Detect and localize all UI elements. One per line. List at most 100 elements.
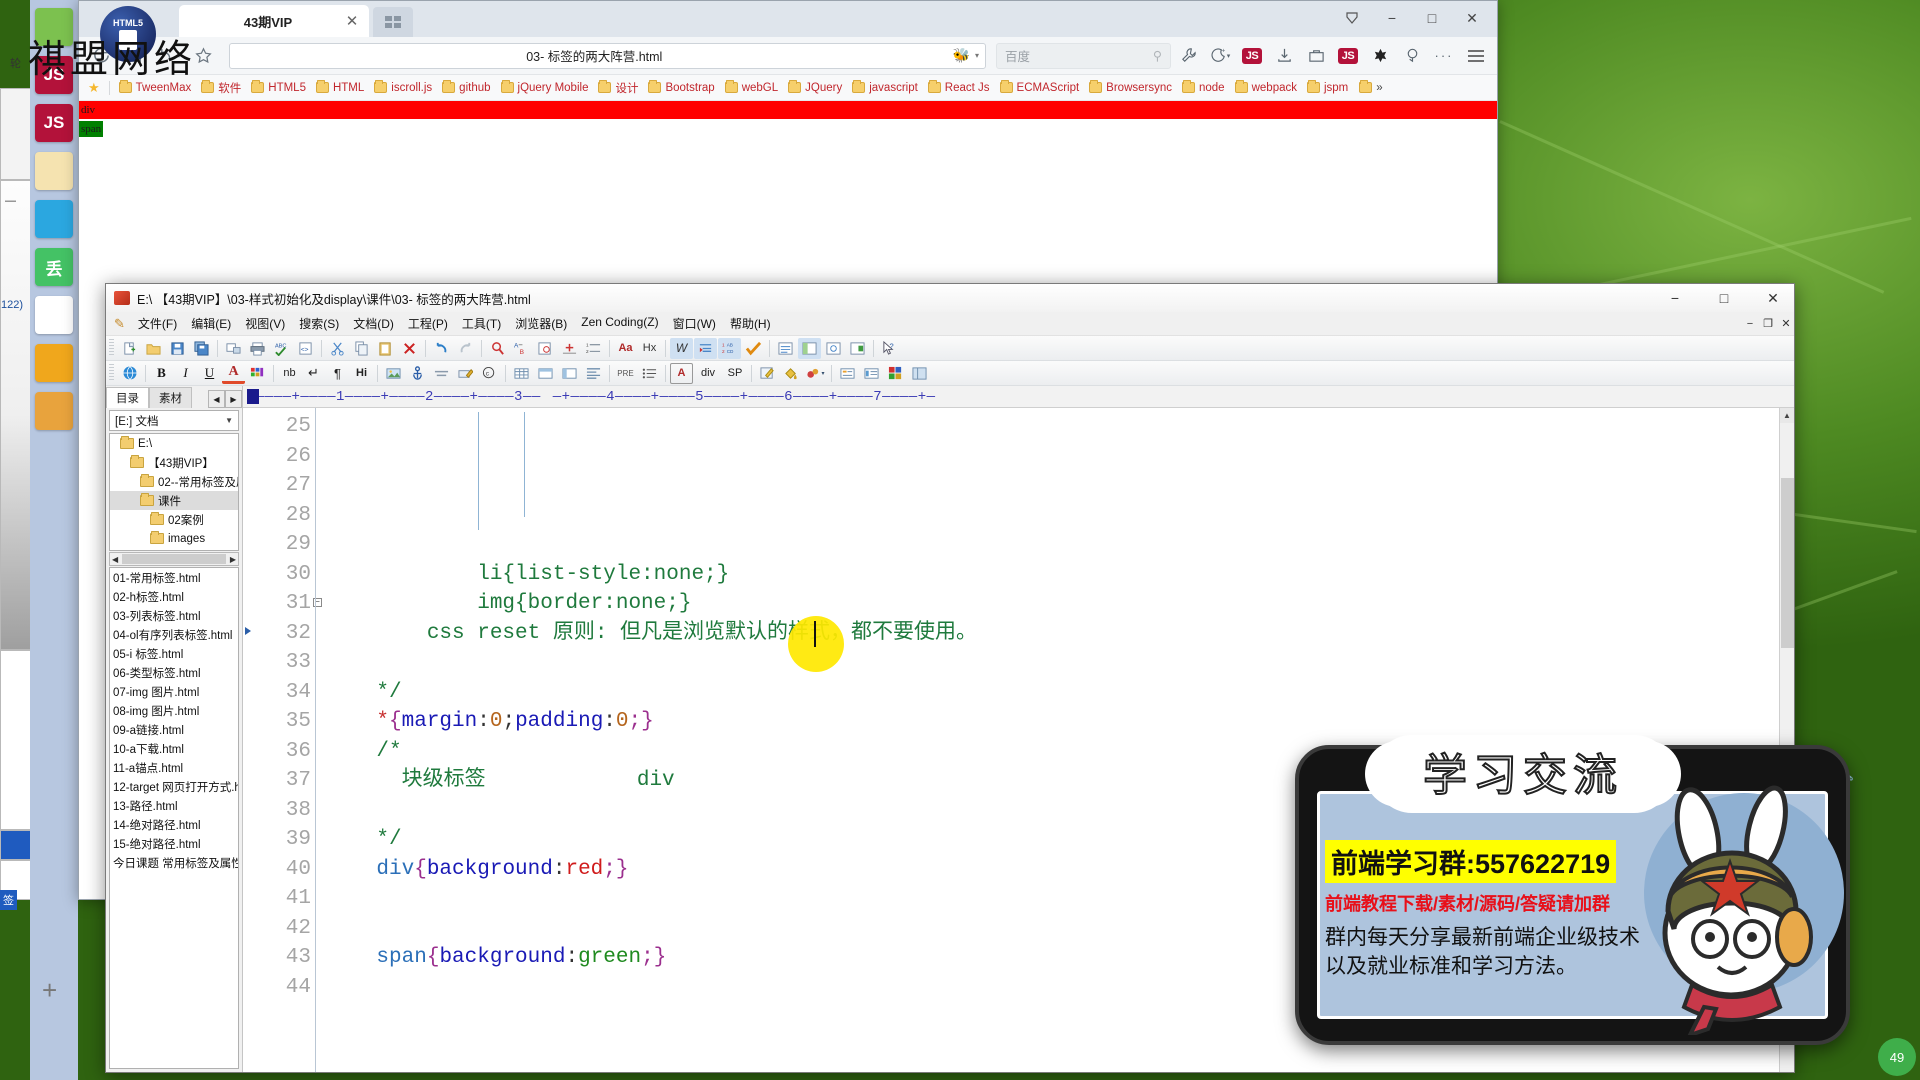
file-list-item[interactable]: 12-target 网页打开方式.h (110, 779, 238, 798)
hr-button[interactable] (430, 363, 453, 384)
search-input[interactable]: 百度 ⚲ (996, 42, 1171, 69)
save-button[interactable] (166, 338, 189, 359)
menu-item[interactable]: 视图(V) (238, 313, 292, 334)
save-all-button[interactable] (190, 338, 213, 359)
mdi-minimize-button[interactable]: − (1742, 318, 1758, 330)
menu-item[interactable]: 帮助(H) (723, 313, 778, 334)
preview-window-button[interactable] (822, 338, 845, 359)
bookmark-item[interactable]: node (1177, 80, 1230, 96)
file-list-item[interactable]: 06-类型标签.html (110, 665, 238, 684)
bookmark-item[interactable]: Bootstrap (643, 80, 719, 96)
menu-item[interactable]: 文件(F) (131, 313, 184, 334)
copyright-button[interactable]: c (478, 363, 501, 384)
chevron-down-icon[interactable]: ▾ (1227, 52, 1231, 60)
diu-icon[interactable]: 丢 (35, 248, 73, 286)
mdi-restore-button[interactable]: ❐ (1760, 317, 1776, 330)
font-size-button[interactable]: Aa (614, 338, 637, 359)
paste-button[interactable] (374, 338, 397, 359)
pre-button[interactable]: PRE (614, 363, 637, 384)
add-plus-icon[interactable]: + (42, 975, 57, 1006)
tab-list-button[interactable] (373, 7, 413, 37)
capture-icon[interactable] (1397, 41, 1427, 71)
night-mode-icon[interactable]: + ▾ (1205, 41, 1235, 71)
bookmark-item[interactable]: Browsersync (1084, 80, 1177, 96)
menu-item[interactable]: Zen Coding(Z) (574, 313, 665, 334)
sidebar-tab-material[interactable]: 素材 (149, 387, 192, 408)
notification-badge[interactable]: 49 (1878, 1038, 1916, 1076)
file-list-item[interactable]: 03-列表标签.html (110, 608, 238, 627)
menu-icon[interactable] (1461, 41, 1491, 71)
toolbar-grip[interactable] (109, 339, 114, 357)
tree-node[interactable]: 02案例 (110, 510, 238, 529)
menu-item[interactable]: 浏览器(B) (508, 313, 574, 334)
table-col-button[interactable] (558, 363, 581, 384)
edit-note-button[interactable] (454, 363, 477, 384)
sidebar-tab-directory[interactable]: 目录 (106, 387, 149, 408)
menu-item[interactable]: 编辑(E) (184, 313, 238, 334)
browser-preview-button[interactable] (846, 338, 869, 359)
table-row-button[interactable] (534, 363, 557, 384)
browser-tab[interactable]: 43期VIP ✕ (179, 5, 369, 37)
file-list-item[interactable]: 09-a链接.html (110, 722, 238, 741)
scroll-up-arrow[interactable]: ▲ (1780, 408, 1794, 423)
menu-item[interactable]: 搜索(S) (292, 313, 346, 334)
select-list-button[interactable] (860, 363, 883, 384)
chevron-down-icon[interactable]: ▾ (975, 51, 979, 60)
chevron-down-icon[interactable]: ▾ (177, 52, 181, 60)
tree-node[interactable]: images (110, 529, 238, 548)
bold-button[interactable]: B (150, 363, 173, 384)
find-in-files-button[interactable] (534, 338, 557, 359)
replace-button[interactable]: AB (510, 338, 533, 359)
file-list-item[interactable]: 08-img 图片.html (110, 703, 238, 722)
weibo-icon[interactable] (35, 392, 73, 430)
line-number-button[interactable]: 1 2 AB CD (718, 337, 741, 359)
paint-bucket-button[interactable] (780, 363, 803, 384)
star-icon[interactable] (187, 41, 219, 71)
js-badge-icon-2[interactable]: JS (1333, 41, 1363, 71)
insert-line-button[interactable] (558, 338, 581, 359)
heading-button[interactable]: Hi (350, 363, 373, 384)
share-icon[interactable] (1333, 3, 1371, 33)
address-bar[interactable]: 03- 标签的两大阵营.html 🐝 ▾ (229, 42, 986, 69)
file-list-item[interactable]: 13-路径.html (110, 798, 238, 817)
bookmark-item[interactable]: 软件 (196, 78, 246, 98)
form-button[interactable] (836, 363, 859, 384)
span-tag-button[interactable]: SP (723, 363, 747, 384)
tree-node[interactable]: 【43期VIP】 (110, 453, 238, 472)
scroll-thumb[interactable] (122, 554, 226, 564)
print-button[interactable] (246, 338, 269, 359)
file-list-item[interactable]: 01-常用标签.html (110, 570, 238, 589)
scroll-thumb[interactable] (1781, 478, 1794, 648)
table-align-button[interactable] (582, 363, 605, 384)
drive-selector[interactable]: [E:] 文档 ▼ (109, 410, 239, 431)
menu-item[interactable]: 窗口(W) (666, 313, 723, 334)
insert-tag-button[interactable]: A (670, 362, 693, 384)
bookmark-item[interactable]: webpack (1230, 80, 1302, 96)
div-tag-button[interactable]: div (694, 363, 722, 384)
scroll-right-arrow[interactable]: ▶ (228, 555, 238, 564)
menu-item[interactable]: 工程(P) (401, 313, 455, 334)
mdi-close-button[interactable]: ✕ (1778, 317, 1794, 330)
bookmark-star-icon[interactable]: ★ (83, 80, 105, 96)
bookmark-item[interactable]: HTML (311, 80, 369, 96)
bookmark-item[interactable]: HTML5 (246, 80, 311, 96)
spellcheck-button[interactable]: ABC (270, 338, 293, 359)
tree-node[interactable]: E:\ (110, 434, 238, 453)
open-file-button[interactable] (142, 338, 165, 359)
undo-button[interactable] (430, 338, 453, 359)
close-icon[interactable]: ✕ (343, 12, 361, 30)
maximize-button[interactable]: □ (1413, 3, 1451, 33)
more-icon[interactable]: ··· (1429, 41, 1459, 71)
bookmark-item[interactable]: jspm (1302, 80, 1353, 96)
view-source-button[interactable]: <> (294, 338, 317, 359)
chevron-down-icon[interactable]: ▼ (225, 416, 233, 425)
bookmark-item[interactable]: webGL (720, 80, 783, 96)
help-cursor-button[interactable]: ? (878, 338, 901, 359)
bookmark-item[interactable]: JQuery (783, 80, 847, 96)
directory-window-button[interactable] (798, 337, 821, 359)
js-badge-icon-1[interactable]: JS (1237, 41, 1267, 71)
file-list-item[interactable]: 02-h标签.html (110, 589, 238, 608)
sidebar-next-button[interactable]: ▶ (225, 390, 242, 408)
editor-close-button[interactable]: ✕ (1752, 284, 1794, 312)
download-icon[interactable] (1269, 41, 1299, 71)
